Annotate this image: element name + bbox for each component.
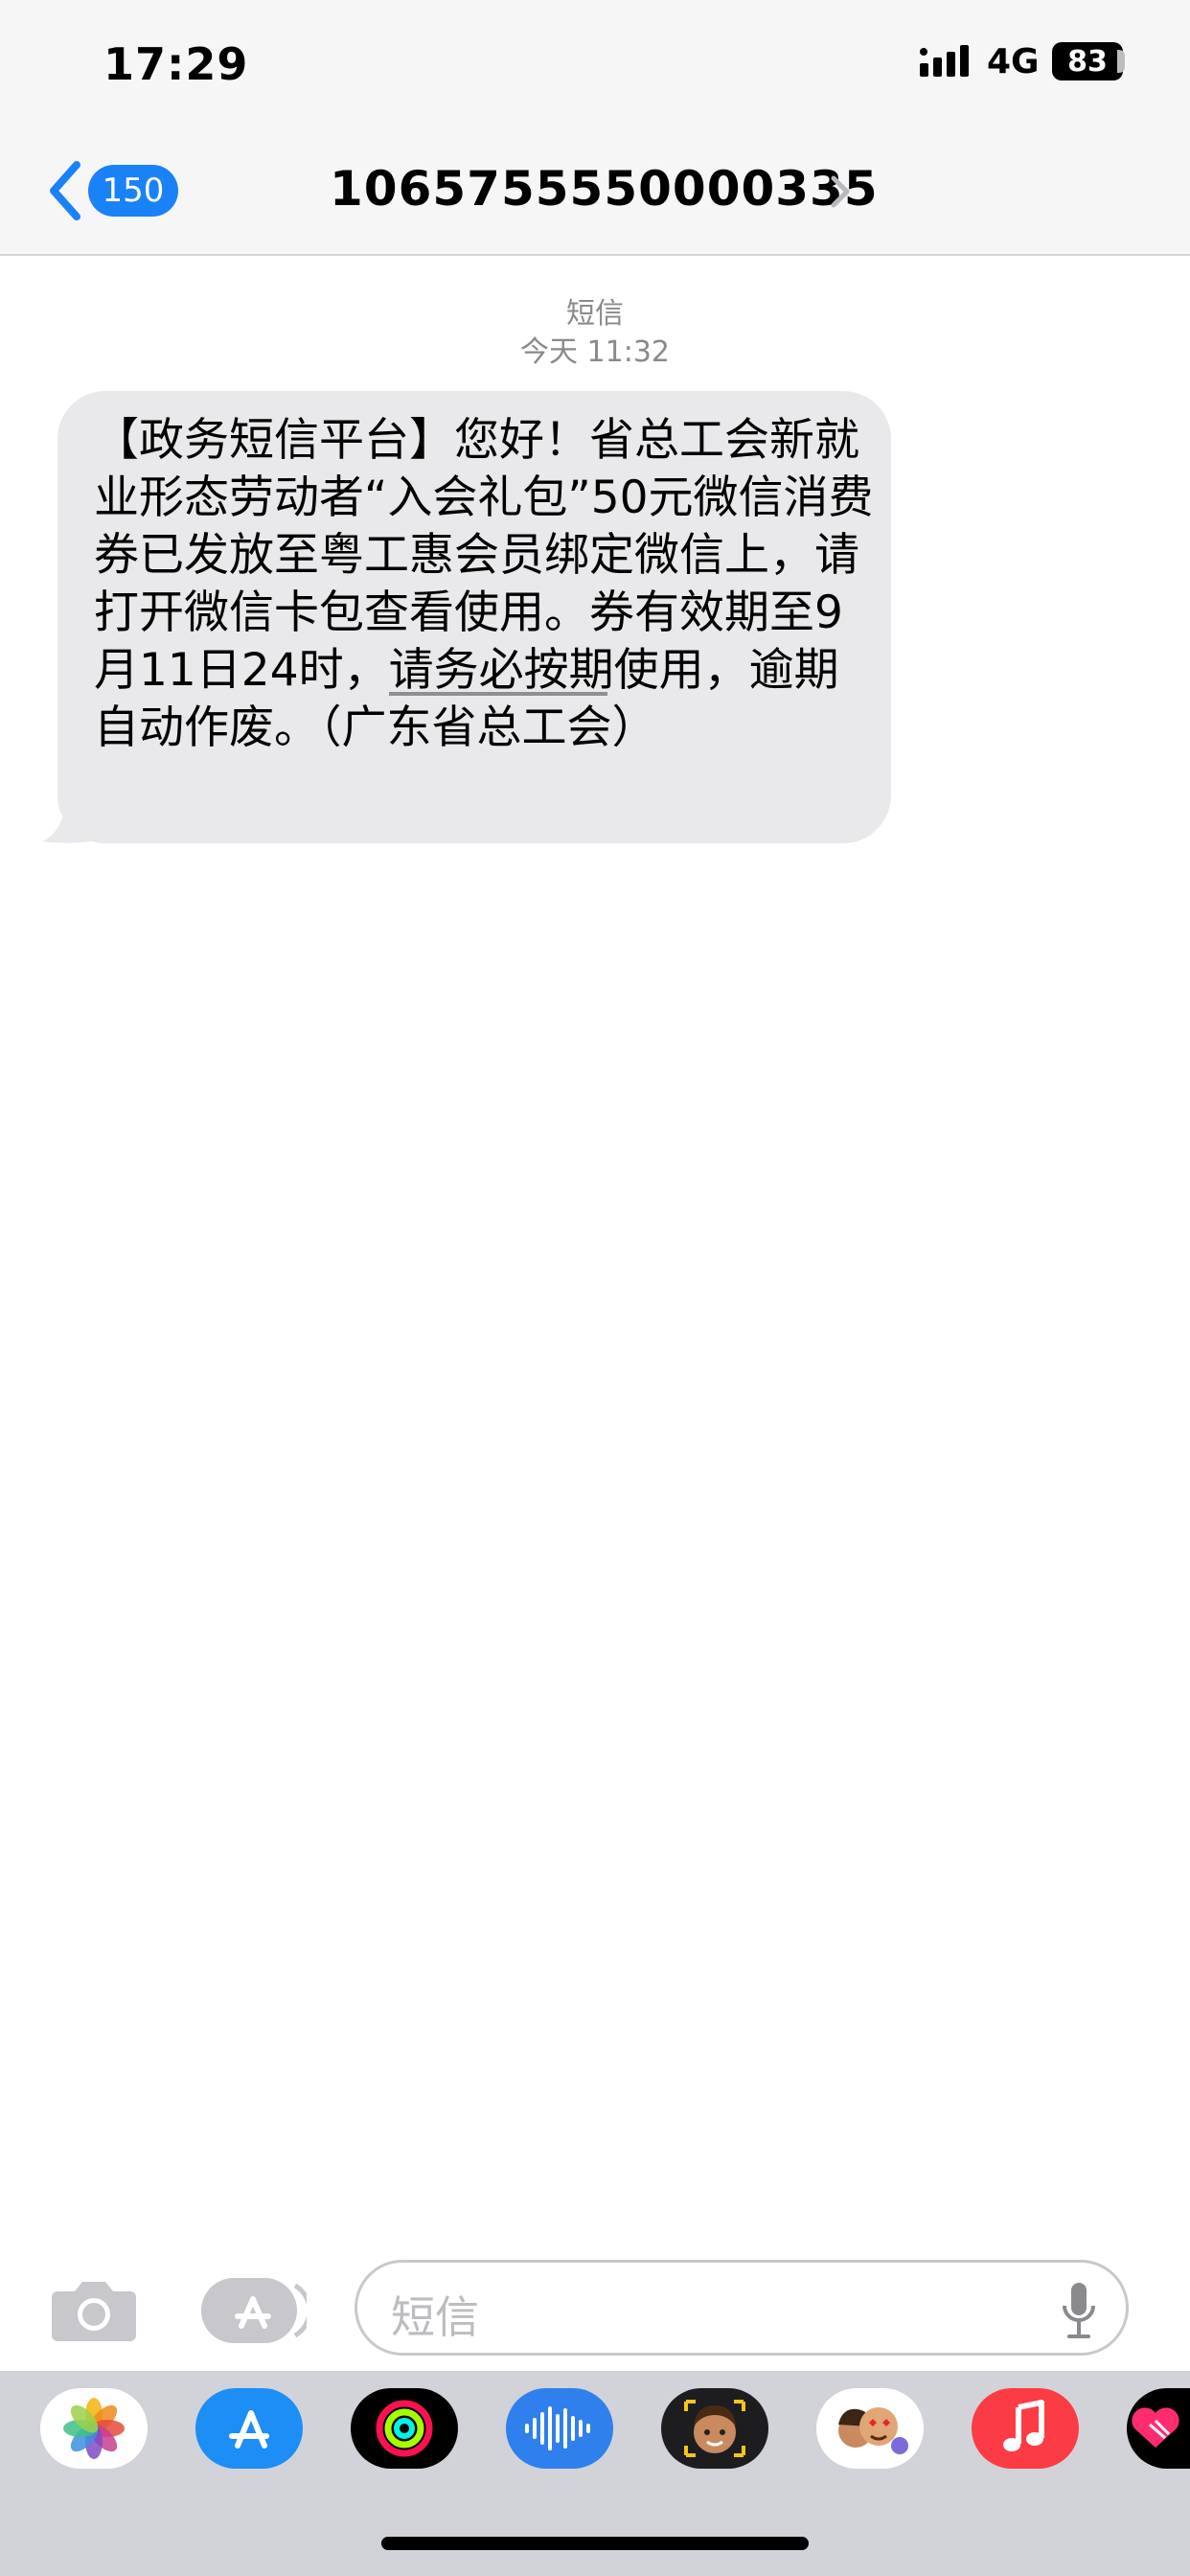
cellular-signal-icon [920, 45, 969, 77]
battery-level: 83 [1067, 44, 1108, 79]
date-link-underline[interactable] [389, 692, 607, 696]
battery-tip [1117, 50, 1125, 73]
back-chevron-icon[interactable] [46, 159, 84, 222]
app-store-button-icon[interactable] [199, 2276, 307, 2345]
message-service-label: 短信 [566, 297, 624, 331]
music-icon[interactable] [972, 2388, 1079, 2469]
photos-icon[interactable] [40, 2388, 148, 2469]
back-button-count[interactable]: 150 [88, 165, 178, 217]
message-text: 【政务短信平台】您好！省总工会新就业形态劳动者“入会礼包”50元微信消费券已发放… [94, 414, 874, 754]
contact-details-chevron-icon[interactable] [830, 174, 851, 209]
home-indicator[interactable] [381, 2537, 809, 2550]
camera-icon[interactable] [50, 2276, 138, 2343]
contact-title[interactable]: 1065755550000335 [330, 161, 879, 217]
memoji-stickers-icon[interactable] [816, 2388, 924, 2469]
audio-message-icon[interactable] [506, 2388, 613, 2469]
message-timestamp: 今天 11:32 [520, 335, 670, 369]
network-type: 4G [987, 42, 1040, 81]
microphone-icon[interactable] [1060, 2279, 1098, 2342]
message-input-placeholder: 短信 [391, 2291, 479, 2343]
battery-icon: 83 [1052, 42, 1123, 80]
memoji-icon[interactable] [661, 2388, 768, 2469]
status-time: 17:29 [103, 38, 249, 90]
app-store-icon[interactable] [195, 2388, 303, 2469]
fitness-icon[interactable] [351, 2388, 458, 2469]
